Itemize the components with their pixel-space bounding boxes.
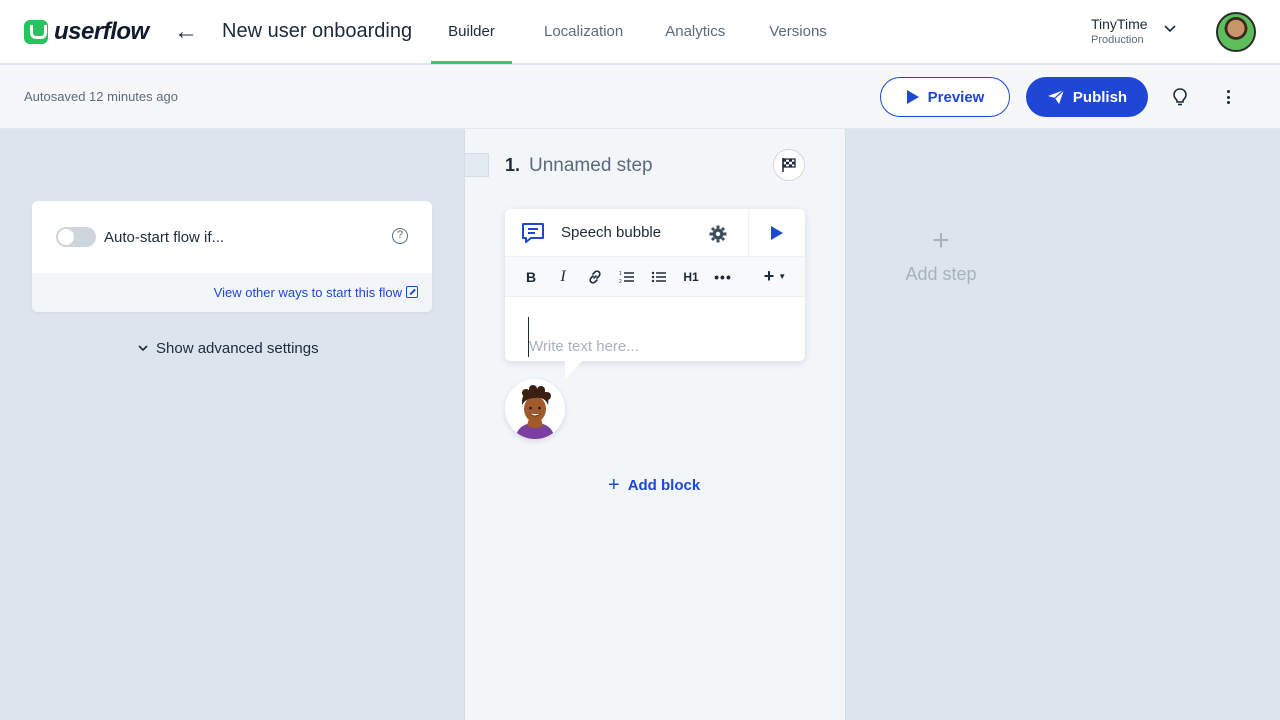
more-formatting-icon[interactable]: •••: [707, 263, 739, 291]
org-name: TinyTime: [1091, 16, 1148, 32]
block-header[interactable]: Speech bubble: [505, 209, 805, 257]
publish-label: Publish: [1072, 88, 1128, 106]
preview-label: Preview: [927, 88, 985, 106]
add-step-button[interactable]: + Add step: [902, 226, 980, 285]
gear-icon[interactable]: [709, 225, 727, 243]
bullet-list-icon[interactable]: [643, 263, 675, 291]
logo-icon: [24, 20, 48, 44]
tab-localization[interactable]: Localization: [528, 0, 639, 64]
insert-menu-button[interactable]: + ▼: [755, 263, 795, 291]
plus-icon: +: [608, 474, 620, 496]
svg-text:1: 1: [619, 271, 622, 277]
publish-button[interactable]: Publish: [1026, 77, 1148, 117]
userflow-logo[interactable]: userflow: [24, 18, 149, 46]
finish-flag-icon[interactable]: [773, 149, 805, 181]
chevron-down-icon: [138, 345, 148, 352]
more-options-icon[interactable]: [1224, 87, 1232, 107]
link-icon[interactable]: [579, 263, 611, 291]
step-name[interactable]: Unnamed step: [529, 155, 653, 177]
external-link-icon: [406, 286, 418, 298]
block-type-label: Speech bubble: [561, 224, 662, 241]
bold-button[interactable]: B: [515, 263, 547, 291]
step-column: 1. Unnamed step Speech bubble B I 1 2 H1…: [464, 129, 846, 720]
play-block-button[interactable]: [748, 209, 805, 257]
org-environment: Production: [1091, 34, 1144, 46]
show-advanced-settings[interactable]: Show advanced settings: [138, 340, 319, 357]
user-avatar[interactable]: [1216, 12, 1256, 52]
top-nav: userflow ← New user onboarding Builder L…: [0, 0, 1280, 64]
add-block-label: Add block: [627, 477, 701, 494]
logo-text: userflow: [54, 18, 149, 45]
flow-title: New user onboarding: [222, 20, 413, 42]
chevron-down-icon[interactable]: [1164, 22, 1176, 36]
builder-toolbar: Autosaved 12 minutes ago Preview Publish: [0, 65, 1280, 129]
advanced-settings-label: Show advanced settings: [156, 340, 319, 357]
tab-versions[interactable]: Versions: [753, 0, 843, 64]
speech-bubble-tail: [565, 360, 583, 380]
autosave-status: Autosaved 12 minutes ago: [24, 89, 178, 104]
auto-start-card: Auto-start flow if... ? View other ways …: [32, 201, 432, 312]
character-avatar[interactable]: [505, 379, 565, 439]
org-switcher[interactable]: TinyTime Production: [1091, 16, 1148, 46]
step-number: 1.: [505, 155, 521, 175]
other-ways-link[interactable]: View other ways to start this flow: [32, 273, 432, 312]
play-icon: [771, 226, 783, 240]
preview-button[interactable]: Preview: [880, 77, 1010, 117]
play-icon: [906, 90, 919, 104]
paper-plane-icon: [1047, 89, 1065, 104]
auto-start-toggle[interactable]: [56, 227, 96, 247]
speech-bubble-text-input[interactable]: Write text here...: [528, 317, 805, 357]
svg-text:2: 2: [619, 279, 622, 284]
text-editor-toolbar: B I 12 H1 ••• + ▼: [505, 257, 805, 297]
other-ways-label: View other ways to start this flow: [213, 285, 402, 300]
auto-start-label: Auto-start flow if...: [104, 228, 225, 246]
back-arrow-icon[interactable]: ←: [174, 18, 198, 46]
speech-bubble-icon: [522, 222, 544, 243]
add-block-button[interactable]: + Add block: [608, 474, 700, 497]
speech-bubble-block: Speech bubble B I 12 H1 ••• + ▼ Write te…: [505, 209, 805, 361]
ordered-list-icon[interactable]: 12: [611, 263, 643, 291]
add-step-label: Add step: [905, 264, 977, 284]
heading-button[interactable]: H1: [675, 263, 707, 291]
tab-analytics[interactable]: Analytics: [649, 0, 741, 64]
lightbulb-icon[interactable]: [1171, 87, 1189, 107]
step-select-handle[interactable]: [465, 153, 489, 177]
italic-button[interactable]: I: [547, 263, 579, 291]
help-icon[interactable]: ?: [392, 228, 408, 244]
tab-builder[interactable]: Builder: [431, 0, 512, 64]
plus-icon: +: [932, 224, 950, 257]
main-tabs: Builder Localization Analytics Versions: [431, 0, 843, 64]
